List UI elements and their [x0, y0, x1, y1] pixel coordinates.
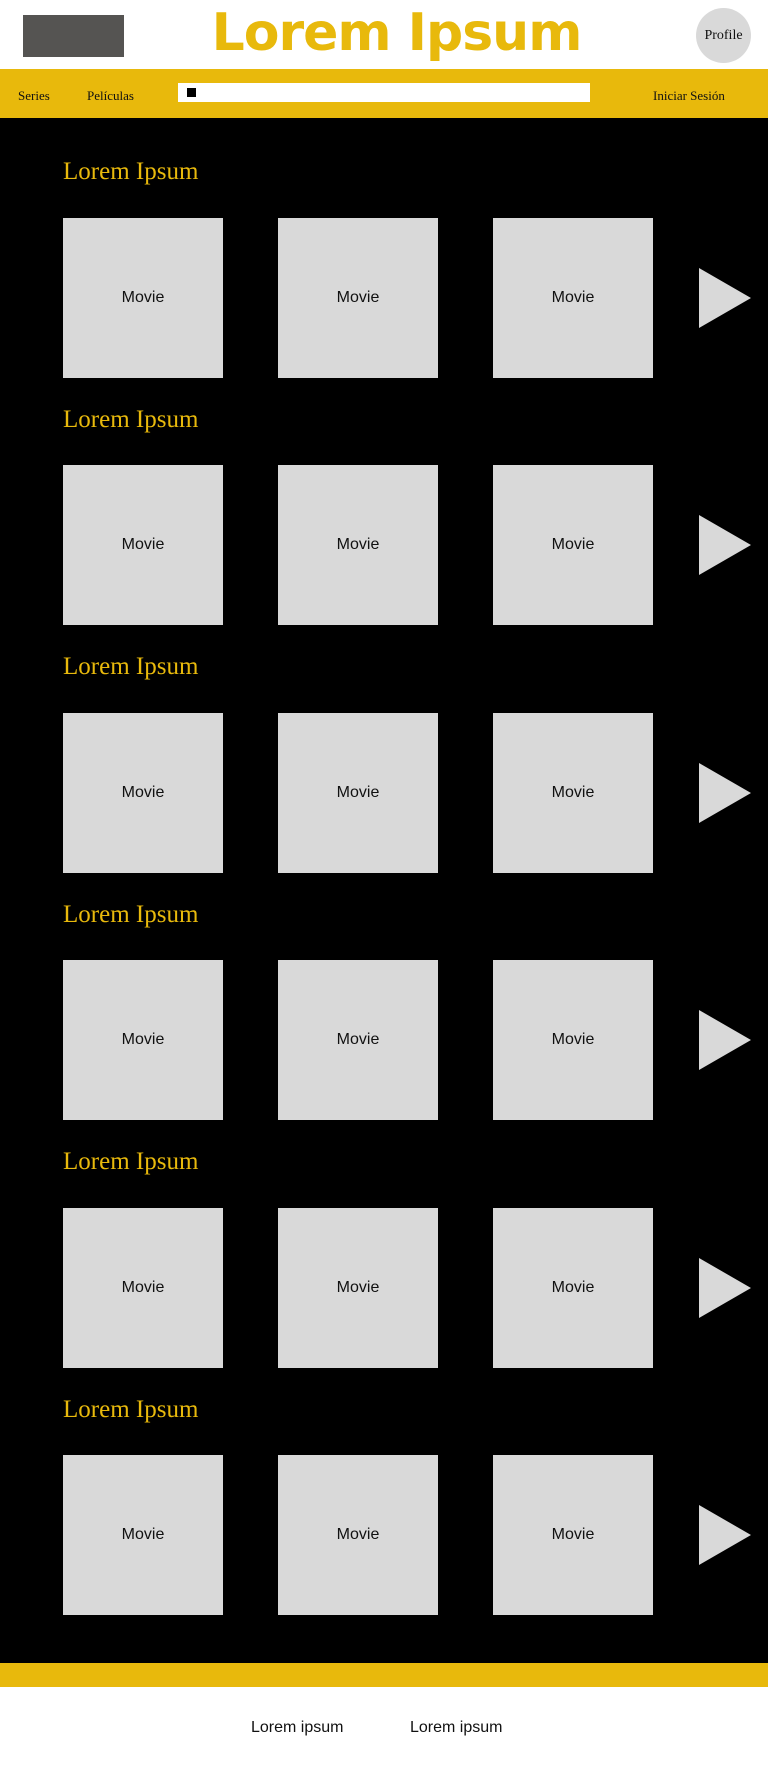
site-title: Lorem Ipsum	[211, 3, 583, 63]
nav-movies-link[interactable]: Películas	[87, 88, 134, 104]
movie-tile[interactable]: Movie	[493, 218, 653, 378]
next-arrow-icon[interactable]	[699, 1258, 751, 1318]
footer-link[interactable]: Lorem ipsum	[410, 1719, 502, 1737]
login-link[interactable]: Iniciar Sesión	[653, 88, 725, 104]
next-arrow-icon[interactable]	[699, 515, 751, 575]
search-input[interactable]	[178, 83, 590, 102]
section-title: Lorem Ipsum	[63, 1148, 199, 1175]
movie-tile[interactable]: Movie	[63, 960, 223, 1120]
navbar: Series Películas Iniciar Sesión	[0, 69, 768, 118]
main-content: Lorem Ipsum Movie Movie Movie Lorem Ipsu…	[0, 118, 768, 1663]
movie-tile[interactable]: Movie	[278, 1208, 438, 1368]
section-title: Lorem Ipsum	[63, 1396, 199, 1423]
nav-series-link[interactable]: Series	[18, 88, 50, 104]
next-arrow-icon[interactable]	[699, 268, 751, 328]
footer: Lorem ipsum Lorem ipsum	[0, 1687, 768, 1770]
movie-tile[interactable]: Movie	[278, 218, 438, 378]
movie-tile[interactable]: Movie	[278, 960, 438, 1120]
movie-tile[interactable]: Movie	[493, 465, 653, 625]
profile-button[interactable]: Profile	[696, 8, 751, 63]
footer-link[interactable]: Lorem ipsum	[251, 1719, 343, 1737]
next-arrow-icon[interactable]	[699, 1505, 751, 1565]
movie-tile[interactable]: Movie	[63, 713, 223, 873]
movie-tile[interactable]: Movie	[278, 465, 438, 625]
search-icon[interactable]	[187, 88, 196, 97]
movie-tile[interactable]: Movie	[63, 218, 223, 378]
section-title: Lorem Ipsum	[63, 901, 199, 928]
movie-tile[interactable]: Movie	[493, 1208, 653, 1368]
movie-tile[interactable]: Movie	[493, 713, 653, 873]
movie-tile[interactable]: Movie	[63, 1208, 223, 1368]
section-title: Lorem Ipsum	[63, 653, 199, 680]
header: Lorem Ipsum Profile	[0, 0, 768, 69]
next-arrow-icon[interactable]	[699, 1010, 751, 1070]
movie-tile[interactable]: Movie	[63, 465, 223, 625]
movie-tile[interactable]: Movie	[278, 713, 438, 873]
movie-tile[interactable]: Movie	[278, 1455, 438, 1615]
footer-divider	[0, 1663, 768, 1687]
movie-tile[interactable]: Movie	[63, 1455, 223, 1615]
movie-tile[interactable]: Movie	[493, 960, 653, 1120]
next-arrow-icon[interactable]	[699, 763, 751, 823]
movie-tile[interactable]: Movie	[493, 1455, 653, 1615]
section-title: Lorem Ipsum	[63, 158, 199, 185]
section-title: Lorem Ipsum	[63, 406, 199, 433]
